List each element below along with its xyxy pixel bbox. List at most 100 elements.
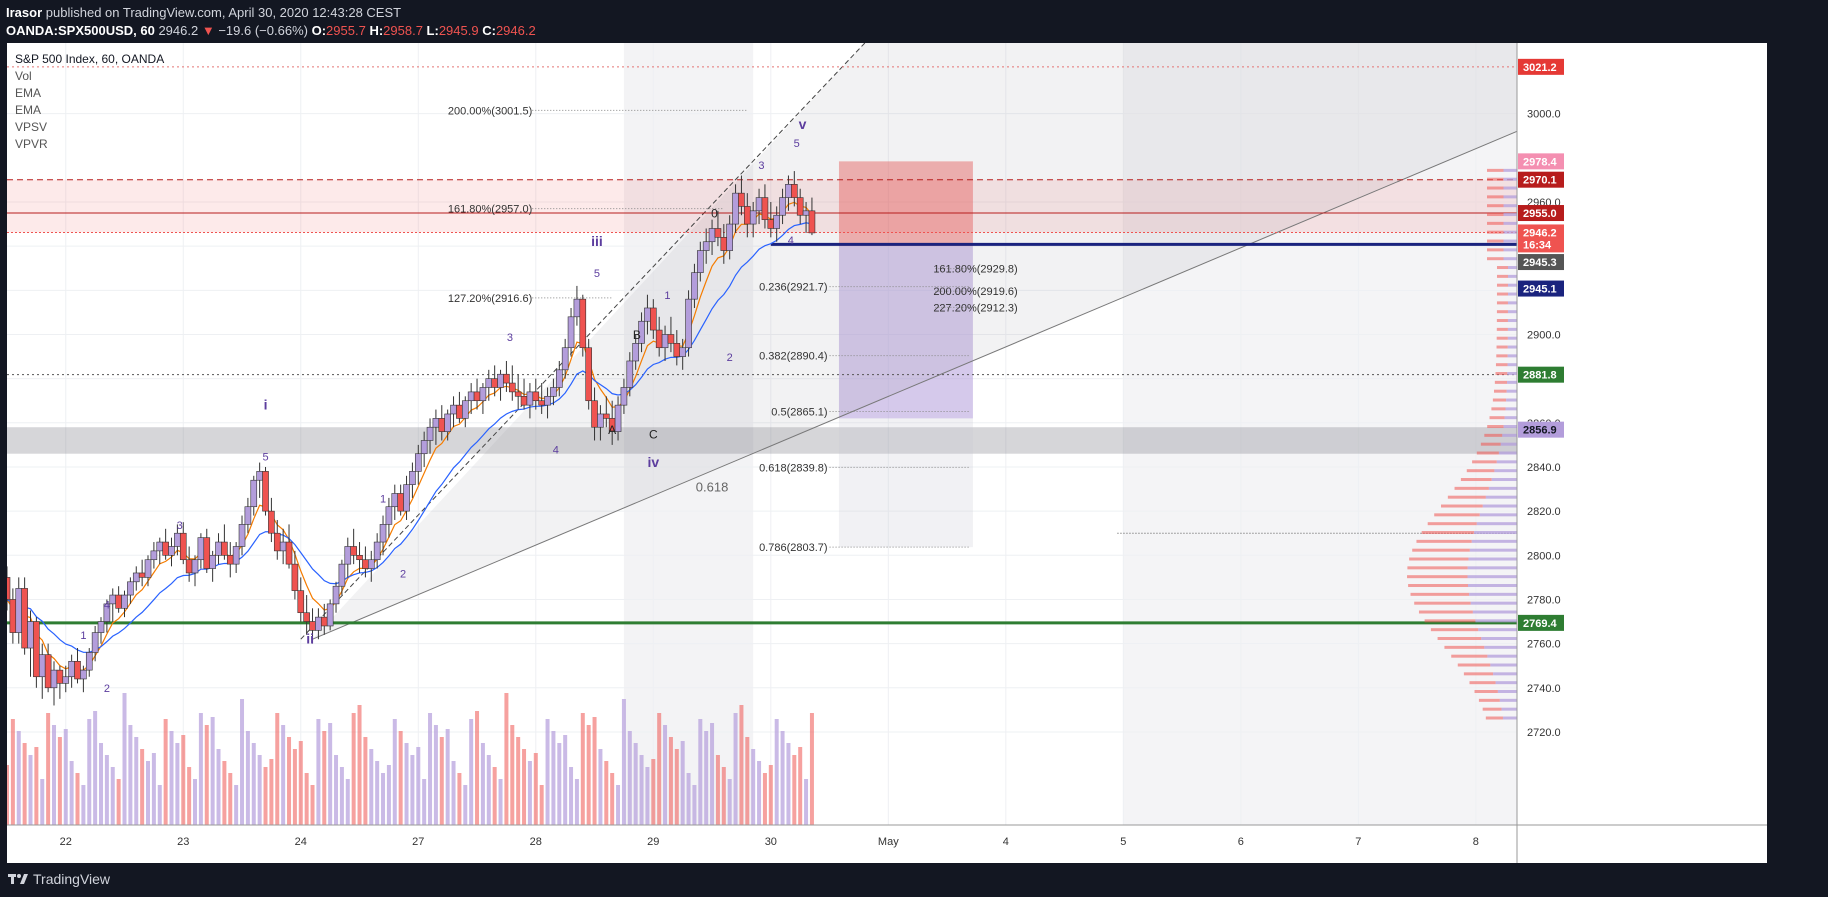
candle-body[interactable] [109, 594, 117, 605]
candle-body[interactable] [285, 541, 293, 565]
candle-body[interactable] [702, 241, 710, 251]
candle-body[interactable] [438, 418, 446, 432]
candle-body[interactable] [508, 382, 516, 393]
candle-body[interactable] [585, 347, 592, 402]
legend-indicator-vpsv[interactable]: VPSV [15, 119, 164, 136]
candle-body[interactable] [221, 541, 228, 556]
candle-body[interactable] [315, 616, 322, 631]
candle-body[interactable] [491, 378, 498, 388]
candle-body[interactable] [761, 197, 769, 220]
candle-body[interactable] [121, 594, 128, 609]
candle-body[interactable] [426, 426, 434, 441]
candle-body[interactable] [503, 373, 510, 384]
candle-body[interactable] [632, 343, 639, 362]
candle-body[interactable] [179, 532, 187, 561]
candle-body[interactable] [432, 418, 440, 428]
candle-body[interactable] [791, 184, 798, 198]
candle-body[interactable] [567, 316, 575, 349]
legend-title[interactable]: S&P 500 Index, 60, OANDA [15, 51, 164, 68]
candle-body[interactable] [391, 493, 399, 508]
candle-body[interactable] [744, 206, 751, 225]
candle-body[interactable] [320, 616, 328, 627]
candle-body[interactable] [555, 369, 563, 388]
candle-body[interactable] [467, 391, 475, 402]
candle-body[interactable] [9, 599, 17, 633]
candle-body[interactable] [561, 347, 569, 371]
candle-body[interactable] [226, 555, 234, 565]
candle-body[interactable] [297, 590, 305, 614]
candle-body[interactable] [796, 197, 804, 216]
candle-body[interactable] [526, 391, 534, 406]
candle-body[interactable] [138, 572, 146, 578]
candle-body[interactable] [279, 541, 287, 552]
candle-body[interactable] [779, 197, 786, 216]
candle-body[interactable] [409, 471, 416, 485]
candle-body[interactable] [203, 537, 211, 569]
candle-body[interactable] [80, 669, 87, 680]
author-name[interactable]: Irasor [6, 5, 42, 20]
candle-body[interactable] [403, 484, 410, 512]
candle-body[interactable] [197, 537, 205, 561]
candle-body[interactable] [168, 546, 175, 556]
candle-body[interactable] [232, 546, 240, 565]
candle-body[interactable] [144, 559, 152, 578]
candle-body[interactable] [303, 612, 310, 622]
candle-body[interactable] [456, 404, 463, 419]
candle-body[interactable] [127, 581, 134, 596]
candle-body[interactable] [497, 373, 504, 388]
candle-body[interactable] [332, 585, 340, 605]
candle-body[interactable] [691, 272, 698, 300]
candle-body[interactable] [444, 413, 451, 432]
candle-body[interactable] [420, 440, 428, 455]
candle-body[interactable] [344, 546, 352, 565]
candle-body[interactable] [802, 210, 810, 216]
chart-area[interactable]: 200.00%(3001.5) 161.80%(2957.0) 127.20%(29… [7, 43, 1767, 863]
candle-body[interactable] [7, 577, 11, 600]
legend-indicator-vol[interactable]: Vol [15, 68, 164, 85]
candle-body[interactable] [38, 654, 46, 678]
candle-body[interactable] [68, 660, 75, 678]
candle-body[interactable] [755, 197, 763, 212]
candle-body[interactable] [191, 559, 199, 574]
candle-body[interactable] [309, 621, 316, 631]
candle-body[interactable] [27, 621, 34, 649]
candle-body[interactable] [74, 660, 81, 680]
candle-body[interactable] [44, 654, 52, 689]
candle-body[interactable] [808, 210, 816, 234]
candle-body[interactable] [132, 572, 140, 583]
candle-body[interactable] [644, 307, 651, 322]
candle-body[interactable] [461, 400, 469, 419]
candle-body[interactable] [97, 621, 105, 633]
candle-body[interactable] [485, 378, 493, 388]
candle-body[interactable] [62, 676, 70, 684]
candle-body[interactable] [91, 632, 99, 653]
candle-body[interactable] [273, 532, 281, 552]
candle-body[interactable] [21, 588, 28, 649]
candle-body[interactable] [667, 334, 675, 344]
candle-body[interactable] [15, 588, 23, 633]
candle-body[interactable] [697, 250, 704, 273]
candle-body[interactable] [602, 413, 610, 419]
candle-body[interactable] [685, 298, 692, 349]
candle-body[interactable] [397, 493, 404, 512]
candle-body[interactable] [291, 563, 299, 591]
candle-body[interactable] [244, 506, 252, 525]
candle-body[interactable] [379, 524, 387, 543]
candle-body[interactable] [367, 559, 375, 569]
candle-body[interactable] [156, 541, 164, 552]
candle-body[interactable] [362, 559, 369, 569]
candle-body[interactable] [773, 214, 780, 229]
candle-body[interactable] [655, 329, 663, 349]
candle-body[interactable] [708, 228, 716, 243]
candle-body[interactable] [385, 506, 393, 525]
candle-body[interactable] [185, 559, 193, 574]
candle-body[interactable] [268, 510, 275, 534]
candle-body[interactable] [150, 550, 158, 561]
candle-body[interactable] [767, 219, 775, 229]
candle-body[interactable] [532, 391, 540, 402]
candle-body[interactable] [238, 524, 246, 547]
candle-body[interactable] [373, 541, 381, 561]
candle-body[interactable] [720, 237, 728, 251]
candle-body[interactable] [174, 532, 181, 547]
candle-body[interactable] [473, 391, 481, 402]
